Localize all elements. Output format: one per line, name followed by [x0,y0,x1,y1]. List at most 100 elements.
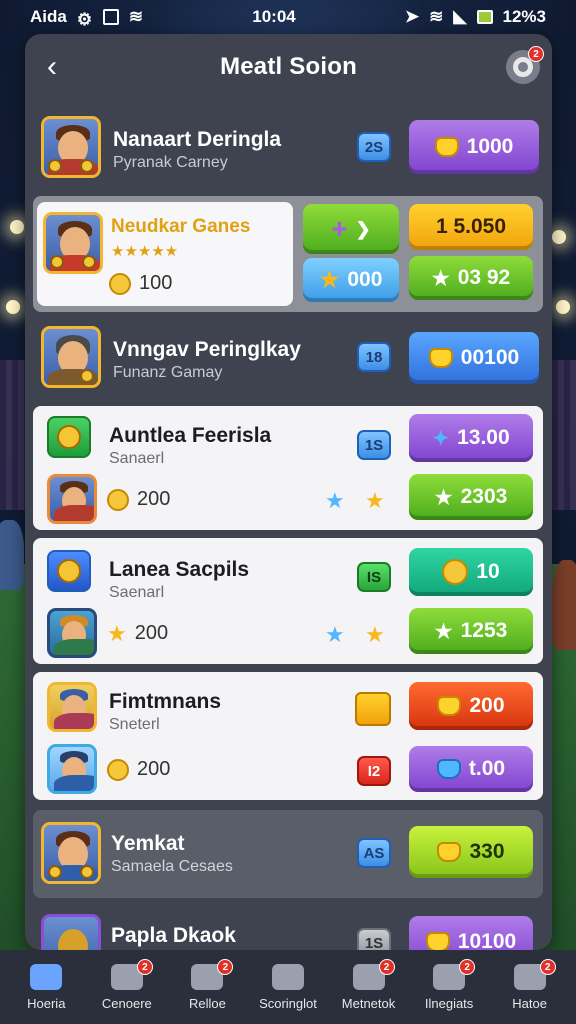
list-item-selected[interactable]: Neudkar Ganes ★★★★★ 100 + ❯ ★ 000 1 5.05… [33,196,543,312]
stadium-light [552,230,566,244]
nav-label: Relloe [188,995,226,1011]
star-icon: ★ [325,622,345,647]
reward-button[interactable]: 00100 [409,332,539,384]
battery-percent: 12%3 [502,7,546,26]
nav-item-scoringlot[interactable]: Scoringlot [250,955,326,1019]
list-item[interactable]: Nanaart Deringla Pyranak Carney 2S 1000 [33,108,543,192]
reward-button[interactable]: ✦ 13.00 [409,414,533,462]
plus-icon: + [331,213,348,244]
list-item[interactable]: Vnngav Peringlkay Funanz Gamay 18 00100 [33,318,543,398]
notification-badge: 2 [539,959,556,975]
settings-button[interactable]: 2 [506,46,544,84]
player-subtitle: Sneterl [109,716,160,733]
heart-icon [437,696,462,716]
list-item[interactable]: Lanea Sacpils Saenarl IS 10 ★ 200 ★ ★ ★ … [33,538,543,664]
nav-item-metnetok[interactable]: 2 Metnetok [331,955,407,1019]
reward-button[interactable]: 10 [409,548,533,596]
reward-button[interactable]: 330 [409,826,533,878]
wifi-icon: ≋ [128,7,144,26]
coin-icon [57,425,81,449]
avatar [47,744,97,794]
arrow-icon: ❯ [355,218,371,239]
avatar [41,914,101,950]
wifi-icon: ≋ [429,7,444,26]
reward-value: 13.00 [457,426,510,449]
smile-icon [271,963,304,990]
back-button[interactable]: ‹ [37,50,67,84]
list-item[interactable]: Auntlea Feerisla Sanaerl 1S ✦ 13.00 200 … [33,406,543,530]
stadium-light [6,300,20,314]
avatar [41,822,101,884]
coin-value: 100 [139,272,173,294]
nav-label: Hatoe [512,995,547,1011]
coin-icon [109,272,131,295]
player-subtitle: Samaela Cesaes [111,858,233,875]
page-title: Meatl Soion [220,53,357,80]
nav-item-home[interactable]: Hoeria [8,955,84,1019]
player-subtitle: Pyranak Carney [113,154,228,171]
reward-value: 1000 [466,135,514,158]
nav-label: Metnetok [341,995,396,1011]
nav-item-relloe[interactable]: 2 Relloe [169,955,245,1019]
gem-icon [434,137,459,157]
star-icon: ★ [107,620,127,646]
notification-badge: 2 [378,959,395,975]
reward-button[interactable]: 10100 [409,916,533,950]
avatar [47,474,97,524]
score-button[interactable]: t.00 [409,746,533,792]
star-icon: ✦ [432,427,450,450]
reward-value: 10 [476,560,500,583]
team-badge [47,550,91,592]
reward-value: 330 [469,840,505,863]
score-value: t.00 [468,757,506,780]
nav-item-cenoere[interactable]: 2 Cenoere [89,955,165,1019]
coin-stat: 100 [109,272,172,295]
player-name: Auntlea Feerisla [109,424,272,447]
list-item[interactable]: Papla Dkaok 1S 10100 [33,906,543,950]
add-button[interactable]: + ❯ [303,204,399,254]
avatar [41,116,101,178]
clock: 10:04 [252,7,296,26]
nav-item-ilnegiats[interactable]: 2 Ilnegiats [411,955,487,1019]
star-score-button[interactable]: ★ 03 92 [409,256,533,300]
screenshot-icon [102,9,119,25]
score-button[interactable]: ★ 1253 [409,608,533,654]
reward-button[interactable]: 1000 [409,120,539,174]
list-item[interactable]: Fimtmnans Sneterl 200 200 I2 t.00 [33,672,543,800]
reward-value: 200 [469,694,505,717]
gold-button[interactable]: 1 5.050 [409,204,533,250]
nav-label: Ilnegiats [424,995,474,1011]
stadium-light [10,220,24,234]
gear-icon: ⚙ [76,10,93,29]
star-value: 200 [134,622,169,644]
gold-value: 1 5.050 [435,215,507,238]
star-icon: ★ [319,267,340,292]
avatar [43,212,103,274]
player-name: Lanea Sacpils [109,558,250,581]
nav-item-hatoe[interactable]: 2 Hatoe [492,955,568,1019]
player-name: Papla Dkaok [111,924,236,947]
carrier-text: Aida [30,7,67,26]
signal-icon: ◣ [453,7,467,26]
level-badge: 1S [357,928,391,950]
player-figure [552,560,576,650]
player-name: Neudkar Ganes [111,216,251,237]
notification-badge: 2 [459,959,476,975]
score-button[interactable]: ★ 2303 [409,474,533,520]
selected-card: Neudkar Ganes ★★★★★ 100 [37,202,293,306]
coin-icon [107,758,129,781]
star-button[interactable]: ★ 000 [303,258,399,302]
coin-stat: 200 [107,758,170,781]
level-badge: I2 [357,756,391,786]
star-icon: ★ [365,622,385,647]
player-figure [0,520,24,590]
list-item[interactable]: Yemkat Samaela Cesaes AS 330 [33,810,543,898]
level-badge: 1S [357,430,391,460]
chevron-left-icon: ‹ [47,50,57,83]
level-badge: 18 [357,342,391,372]
player-name: Yemkat [111,832,185,855]
monster-icon [442,559,469,585]
star-icon: ★ [431,267,450,290]
reward-button[interactable]: 200 [409,682,533,730]
nav-label: Scoringlot [259,995,317,1011]
